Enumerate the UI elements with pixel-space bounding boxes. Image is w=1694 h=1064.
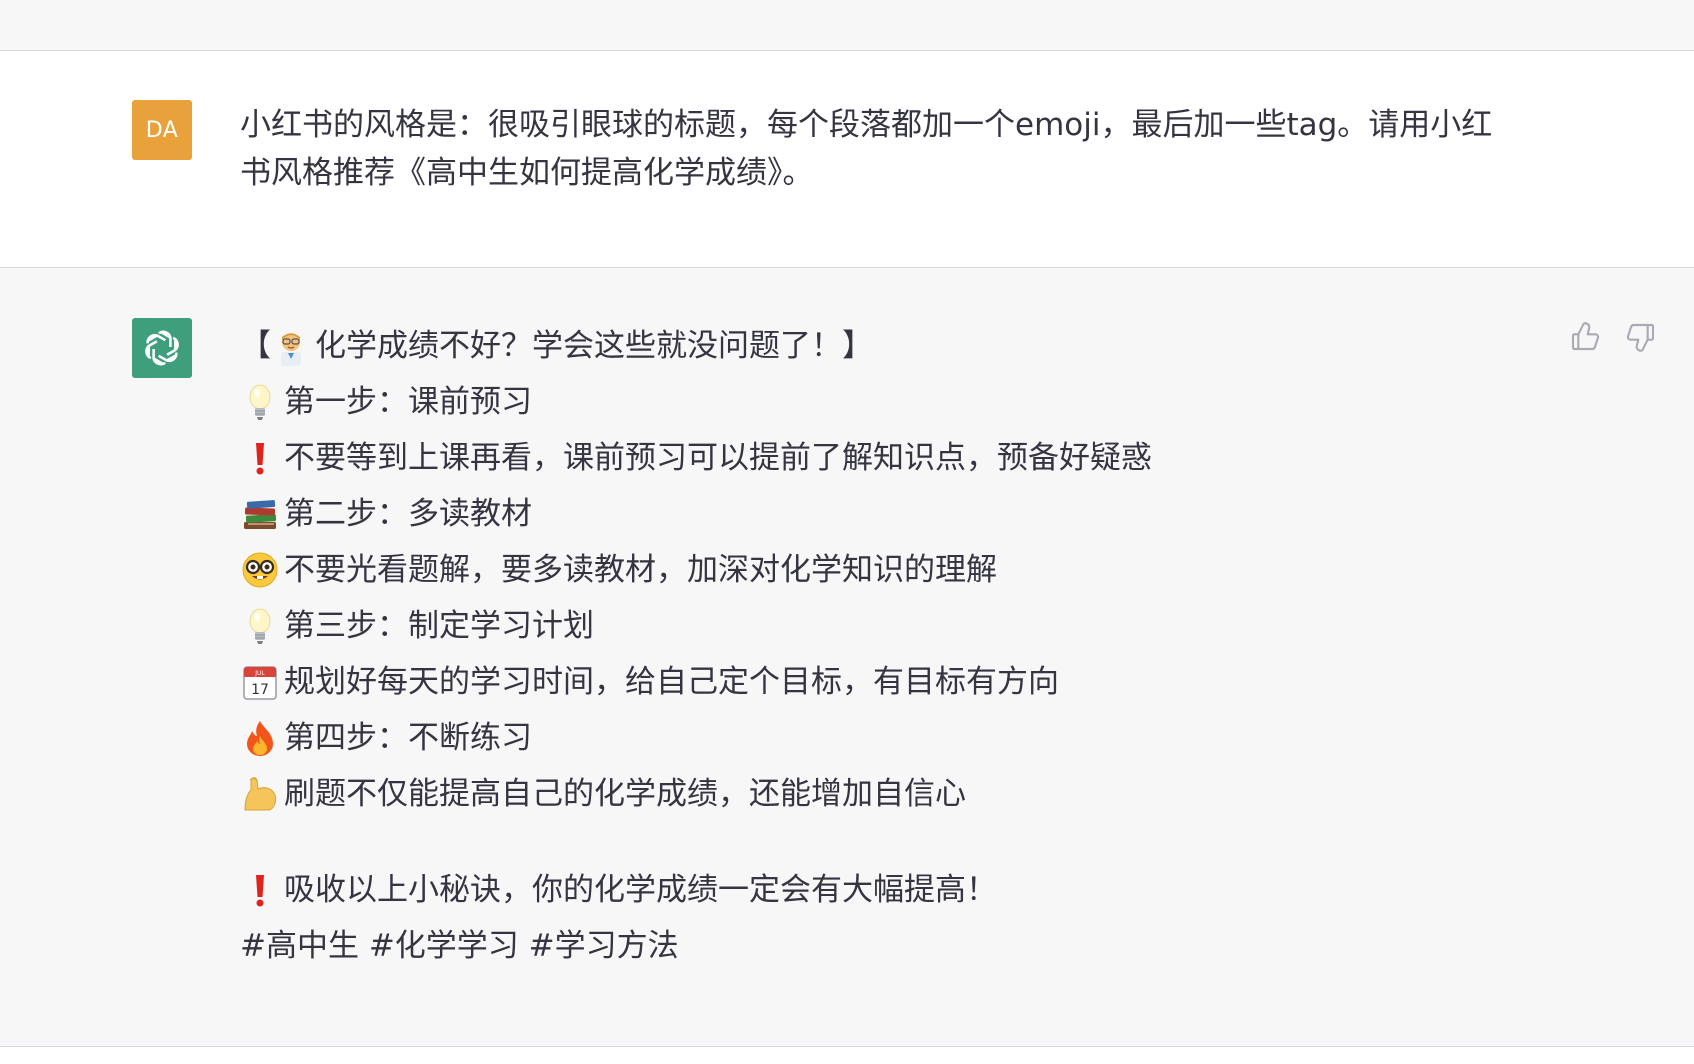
list-item-text: 第三步：制定学习计划 xyxy=(284,608,594,644)
conclusion: 吸收以上小秘诀，你的化学成绩一定会有大幅提高！ xyxy=(240,862,1540,918)
user-message-line: 书风格推荐《高中生如何提高化学成绩》。 xyxy=(240,155,814,191)
list-item-text: 不要等到上课再看，课前预习可以提前了解知识点，预备好疑惑 xyxy=(284,440,1152,476)
calendar-day: 17 xyxy=(251,682,269,698)
title-bracket-close: 】 xyxy=(842,328,873,364)
title-bracket-open: 【 xyxy=(240,328,271,364)
list-item-text: 不要光看题解，要多读教材，加深对化学知识的理解 xyxy=(284,552,997,588)
list-item: 第一步：课前预习 xyxy=(240,374,1540,430)
assistant-message-text: 【 化学成绩不好？学会这些就没问题了！ 】 第一步：课前预习 不要等到上课再看，… xyxy=(240,318,1540,974)
lightbulb-icon xyxy=(240,606,280,646)
openai-logo-icon xyxy=(145,330,179,366)
list-item-text: 第一步：课前预习 xyxy=(284,384,532,420)
conclusion-text: 吸收以上小秘诀，你的化学成绩一定会有大幅提高！ xyxy=(284,872,997,908)
calendar-icon: JUL 17 xyxy=(240,662,280,702)
thumbs-down-icon xyxy=(1626,323,1655,352)
thumbs-up-button[interactable] xyxy=(1566,318,1604,356)
assistant-message: 【 化学成绩不好？学会这些就没问题了！ 】 第一步：课前预习 不要等到上课再看，… xyxy=(0,268,1694,1047)
lightbulb-icon xyxy=(240,382,280,422)
exclamation-icon xyxy=(240,438,280,478)
scientist-icon xyxy=(271,326,311,366)
books-icon xyxy=(240,494,280,534)
thumbs-up-icon xyxy=(1571,322,1600,351)
list-item: 第三步：制定学习计划 xyxy=(240,598,1540,654)
list-item-text: 第四步：不断练习 xyxy=(284,720,532,756)
calendar-month: JUL xyxy=(254,670,265,677)
user-avatar-initials: DA xyxy=(145,117,179,143)
hashtags: #高中生 #化学学习 #学习方法 xyxy=(240,918,1540,974)
thumbs-down-button[interactable] xyxy=(1622,318,1660,356)
nerd-face-icon xyxy=(240,550,280,590)
list-item: 不要等到上课再看，课前预习可以提前了解知识点，预备好疑惑 xyxy=(240,430,1540,486)
list-item: 不要光看题解，要多读教材，加深对化学知识的理解 xyxy=(240,542,1540,598)
list-item: JUL 17 规划好每天的学习时间，给自己定个目标，有目标有方向 xyxy=(240,654,1540,710)
list-item-text: 规划好每天的学习时间，给自己定个目标，有目标有方向 xyxy=(284,664,1059,700)
user-message-line: 小红书的风格是：很吸引眼球的标题，每个段落都加一个emoji，最后加一些tag。… xyxy=(240,107,1493,143)
hashtags-text: #高中生 #化学学习 #学习方法 xyxy=(240,928,679,964)
flexed-biceps-icon xyxy=(240,774,280,814)
user-message: DA 小红书的风格是：很吸引眼球的标题，每个段落都加一个emoji，最后加一些t… xyxy=(0,51,1694,268)
list-item: 第四步：不断练习 xyxy=(240,710,1540,766)
list-item-text: 刷题不仅能提高自己的化学成绩，还能增加自信心 xyxy=(284,776,966,812)
list-item: 刷题不仅能提高自己的化学成绩，还能增加自信心 xyxy=(240,766,1540,822)
next-section-strip xyxy=(0,1047,1694,1064)
list-item: 第二步：多读教材 xyxy=(240,486,1540,542)
assistant-avatar xyxy=(132,318,192,378)
user-message-text: 小红书的风格是：很吸引眼球的标题，每个段落都加一个emoji，最后加一些tag。… xyxy=(240,101,1550,197)
list-item-text: 第二步：多读教材 xyxy=(284,496,532,532)
exclamation-icon xyxy=(240,870,280,910)
user-avatar: DA xyxy=(132,100,192,160)
fire-icon xyxy=(240,718,280,758)
previous-message-strip xyxy=(0,0,1694,51)
title-text: 化学成绩不好？学会这些就没问题了！ xyxy=(315,328,842,364)
response-title: 【 化学成绩不好？学会这些就没问题了！ 】 xyxy=(240,318,1540,374)
